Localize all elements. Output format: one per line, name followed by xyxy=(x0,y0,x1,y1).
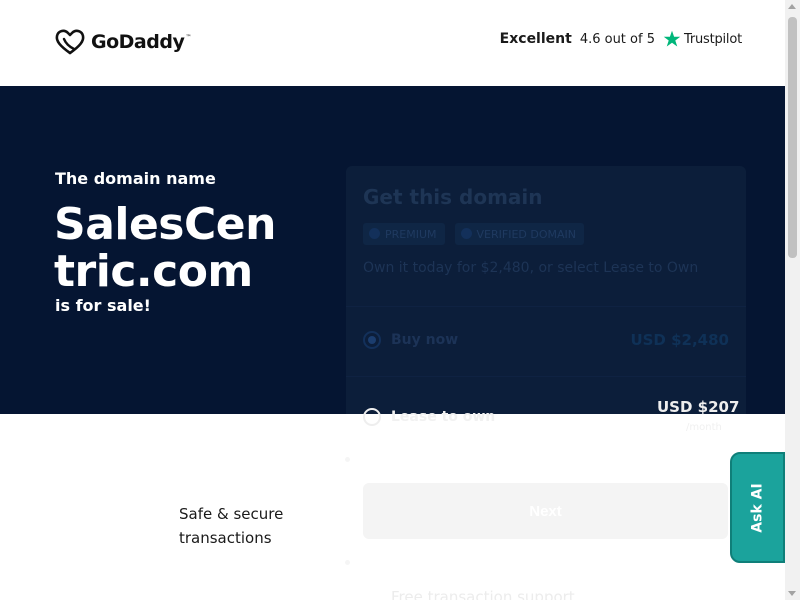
lease-to-own-unit: /month xyxy=(686,422,722,433)
domain-name-heading: SalesCentric.com xyxy=(54,199,276,297)
verified-badge-label: VERIFIED DOMAIN xyxy=(476,227,576,241)
card-divider xyxy=(346,376,746,377)
hero-pre-text: The domain name xyxy=(55,169,216,188)
card-divider xyxy=(346,306,746,307)
lease-to-own-option[interactable]: Lease to own xyxy=(363,408,495,426)
logo-wordmark: GoDaddy xyxy=(91,31,185,53)
scroll-down-icon[interactable] xyxy=(788,591,796,596)
lease-to-own-price: USD $207 xyxy=(657,398,740,416)
scroll-up-icon[interactable] xyxy=(788,4,796,9)
trustpilot-score: 4.6 out of 5 xyxy=(579,31,655,47)
safe-secure-text: Safe & secure transactions xyxy=(179,505,284,547)
trustpilot-widget[interactable]: Excellent 4.6 out of 5 Trustpilot xyxy=(500,30,742,48)
hero-post-text: is for sale! xyxy=(55,296,151,315)
trustpilot-star-icon xyxy=(663,30,681,47)
verified-badge-icon xyxy=(460,228,472,239)
trustpilot-rating-word: Excellent xyxy=(499,31,572,47)
buy-now-radio[interactable] xyxy=(363,331,381,349)
godaddy-heart-icon xyxy=(55,29,85,55)
next-button[interactable]: Next xyxy=(363,483,728,539)
buy-now-label: Buy now xyxy=(391,332,459,348)
lease-to-own-radio[interactable] xyxy=(363,408,381,426)
buy-now-price: USD $2,480 xyxy=(630,331,729,349)
decorative-dot xyxy=(345,560,350,565)
logo-trademark: ™ xyxy=(185,33,192,41)
verified-badge: VERIFIED DOMAIN xyxy=(454,223,584,245)
buy-now-option[interactable]: Buy now USD $2,480 xyxy=(363,331,729,349)
decorative-dot xyxy=(345,457,350,462)
card-subtitle: Own it today for $2,480, or select Lease… xyxy=(363,260,699,276)
premium-badge-label: PREMIUM xyxy=(385,227,437,241)
page-scrollbar[interactable] xyxy=(785,0,800,600)
card-title: Get this domain xyxy=(363,185,543,209)
ask-ai-label: Ask AI xyxy=(749,482,766,533)
trustpilot-brand: Trustpilot xyxy=(683,31,742,47)
ask-ai-button[interactable]: Ask AI xyxy=(730,452,785,563)
premium-badge: PREMIUM xyxy=(363,223,445,245)
lease-to-own-label: Lease to own xyxy=(391,409,496,425)
premium-badge-icon xyxy=(369,228,380,239)
transaction-support-text: Free transaction support xyxy=(391,588,575,600)
godaddy-logo[interactable]: GoDaddy ™ xyxy=(54,28,191,56)
lower-section: Lease to own USD $207 /month Safe & secu… xyxy=(0,398,785,600)
scrollbar-thumb[interactable] xyxy=(788,17,797,258)
site-header: GoDaddy ™ Excellent 4.6 out of 5 Trustpi… xyxy=(0,0,785,86)
badge-group: PREMIUM VERIFIED DOMAIN xyxy=(363,223,584,245)
